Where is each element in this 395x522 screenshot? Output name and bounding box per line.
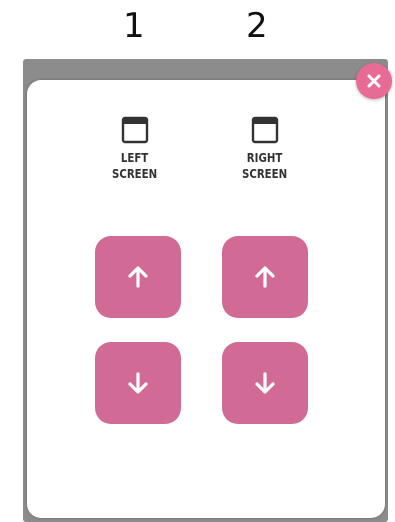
right-window-icon [251, 116, 279, 144]
right-screen-down-button[interactable] [222, 342, 308, 424]
left-screen-up-button[interactable] [95, 236, 181, 318]
close-button[interactable] [356, 63, 392, 99]
left-screen-down-button[interactable] [95, 342, 181, 424]
column-label-2: 2 [246, 6, 268, 46]
left-screen-label-line1: LEFT [121, 151, 149, 165]
arrow-down-icon [128, 372, 148, 394]
right-screen-label-line2: SCREEN [242, 167, 288, 181]
left-screen-label: LEFT SCREEN [112, 150, 157, 182]
arrow-down-icon [255, 372, 275, 394]
left-screen-label-line2: SCREEN [112, 167, 158, 181]
right-screen-label-line1: RIGHT [247, 151, 283, 165]
screen-control-panel [27, 80, 385, 518]
right-screen-label: RIGHT SCREEN [242, 150, 287, 182]
column-label-1: 1 [123, 6, 145, 46]
right-screen-header: RIGHT SCREEN [215, 116, 315, 182]
left-window-icon [121, 116, 149, 144]
close-icon [367, 74, 381, 88]
arrow-up-icon [255, 266, 275, 288]
arrow-up-icon [128, 266, 148, 288]
right-screen-up-button[interactable] [222, 236, 308, 318]
left-screen-header: LEFT SCREEN [85, 116, 185, 182]
